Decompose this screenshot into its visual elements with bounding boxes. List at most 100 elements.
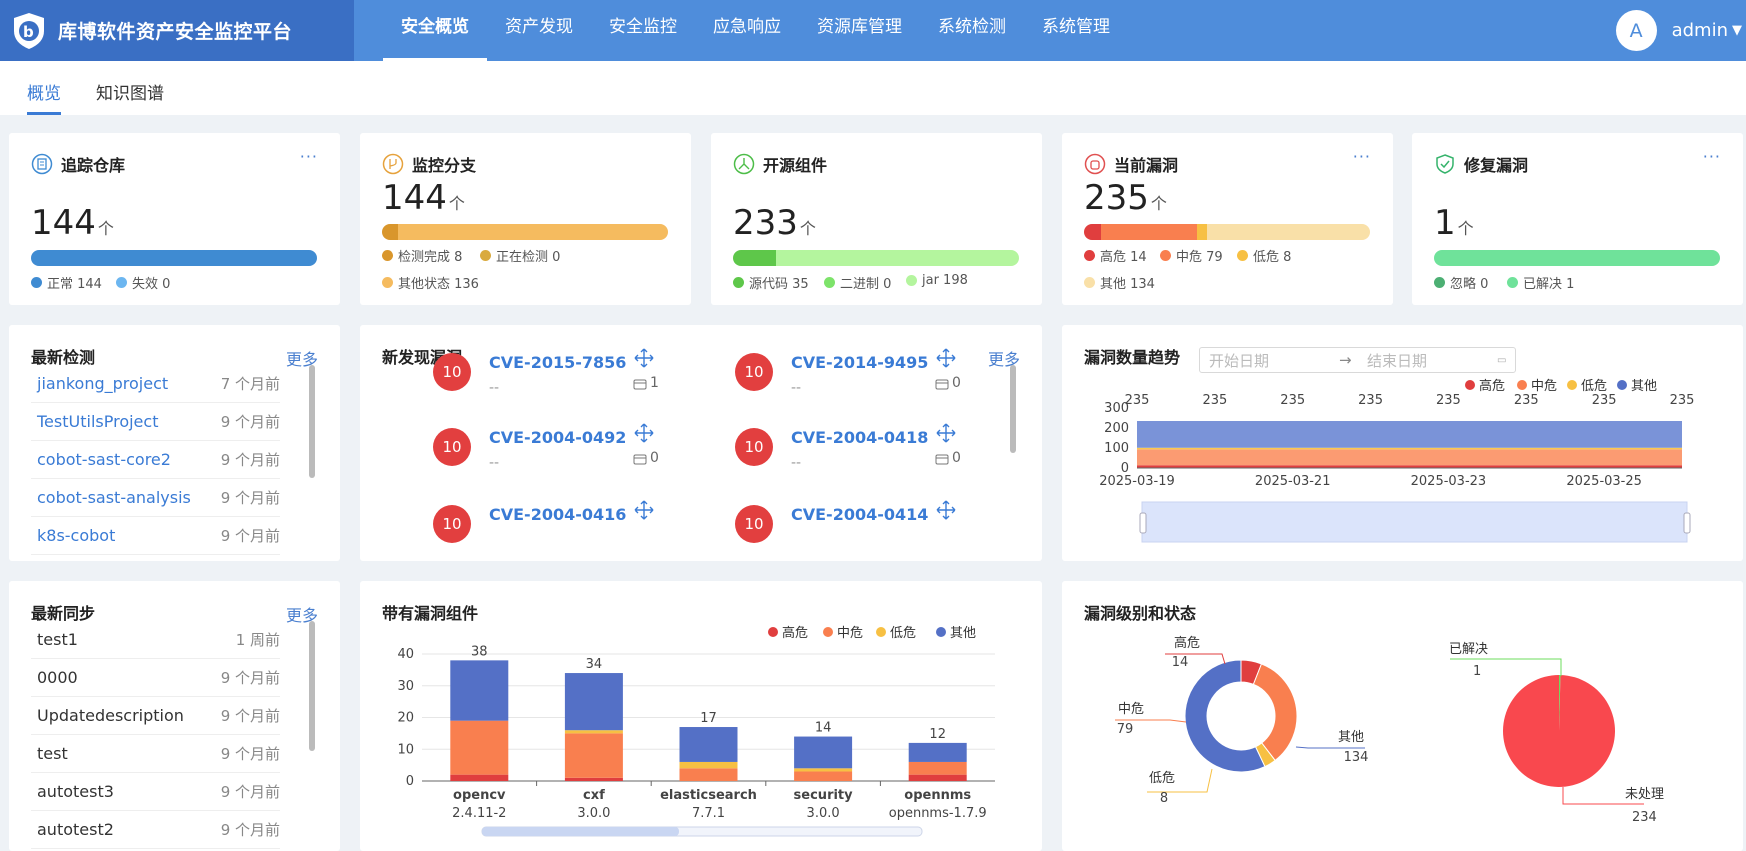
slice-label: 其他: [1338, 730, 1364, 745]
scrollbar[interactable]: [309, 365, 315, 478]
open-source-card: 开源组件 233 个 源代码 35 二进制 0 jar 198: [711, 133, 1042, 305]
more-options-icon[interactable]: ···: [1703, 147, 1721, 166]
slice-value: 79: [1117, 722, 1134, 737]
vuln-item[interactable]: 10 CVE-2004-0414: [735, 499, 956, 543]
more-options-icon[interactable]: ···: [1353, 147, 1371, 166]
graph-node-icon[interactable]: [935, 422, 957, 444]
list-item[interactable]: test1 1 周前: [31, 621, 280, 659]
legend-dot: [1617, 380, 1627, 390]
graph-node-icon[interactable]: [935, 499, 957, 521]
nav-resource-management[interactable]: 资源库管理: [799, 0, 920, 61]
scrollbar[interactable]: [1010, 365, 1016, 453]
nav-system-detection[interactable]: 系统检测: [920, 0, 1024, 61]
slice-value: 8: [1160, 791, 1168, 806]
vuln-item[interactable]: 10 CVE-2015-7856 -- 1: [433, 347, 659, 396]
bar-segment-高危: [450, 774, 509, 781]
legend-dot: [876, 627, 886, 637]
trend-chart: 高危 中危 低危 其他0100200300235 235 235 235 235 235 235 2…: [1099, 378, 1694, 543]
card-title-text: 追踪仓库: [61, 156, 126, 175]
x-tick-label: opennms: [904, 788, 971, 803]
x-tick-sublabel: 3.0.0: [807, 806, 840, 821]
legend-resolved: 已解决 1: [1507, 273, 1574, 292]
list-item[interactable]: test 9 个月前: [31, 735, 280, 773]
avatar[interactable]: A: [1615, 10, 1657, 51]
slice-value: 134: [1344, 750, 1369, 765]
x-tick-sublabel: 7.7.1: [692, 806, 725, 821]
list-item[interactable]: cobot-sast-core2 9 个月前: [31, 441, 280, 479]
bar-segment-其他: [450, 660, 509, 721]
user-menu[interactable]: A admin ▼: [1615, 0, 1746, 61]
nav-asset-discovery[interactable]: 资产发现: [487, 0, 591, 61]
component-bar: [733, 250, 1019, 266]
current-vuln-count: 235 个: [1084, 178, 1167, 218]
graph-node-icon[interactable]: [935, 347, 957, 369]
cve-link[interactable]: CVE-2014-9495: [791, 353, 928, 372]
cve-link[interactable]: CVE-2015-7856: [489, 353, 626, 372]
card-title: 开源组件: [733, 152, 827, 176]
vuln-item[interactable]: 10 CVE-2004-0418 -- 0: [735, 422, 961, 471]
branch-bar: [382, 224, 668, 240]
tab-knowledge-graph[interactable]: 知识图谱: [96, 61, 164, 115]
brand[interactable]: b 库博软件资产安全监控平台: [0, 0, 354, 61]
legend-ignored: 忽略 0: [1434, 273, 1488, 292]
x-tick-label: cxf: [583, 788, 605, 803]
data-label: 17: [700, 711, 717, 726]
list-item[interactable]: autotest2 9 个月前: [31, 811, 280, 849]
nav-security-monitor[interactable]: 安全监控: [591, 0, 695, 61]
package-icon: [935, 379, 949, 389]
cve-link[interactable]: CVE-2004-0414: [791, 505, 928, 524]
nav-system-management[interactable]: 系统管理: [1024, 0, 1128, 61]
cve-link[interactable]: CVE-2004-0418: [791, 428, 928, 447]
card-title-text: 修复漏洞: [1464, 156, 1529, 175]
nav-security-overview[interactable]: 安全概览: [383, 0, 487, 61]
tracking-count: 144 个: [31, 203, 114, 243]
zoom-handle-left: [1139, 512, 1147, 534]
legend-dot: [1567, 380, 1577, 390]
cve-link[interactable]: CVE-2004-0492: [489, 428, 626, 447]
cve-link[interactable]: CVE-2004-0416: [489, 505, 626, 524]
data-label: 235: [1514, 393, 1539, 408]
vuln-item[interactable]: 10 CVE-2014-9495 -- 0: [735, 347, 961, 396]
vuln-item[interactable]: 10 CVE-2004-0492 -- 0: [433, 422, 659, 471]
caret-down-icon[interactable]: ▼: [1732, 23, 1742, 38]
legend-dot: [1465, 380, 1475, 390]
area-series-其他: [1137, 421, 1682, 448]
data-label: 235: [1358, 393, 1383, 408]
legend-dot: [823, 627, 833, 637]
zoom-range: [482, 827, 679, 836]
legend-other-status: 其他状态 136: [382, 273, 479, 292]
data-label: 235: [1125, 393, 1150, 408]
list-item[interactable]: cobot-sast-analysis 9 个月前: [31, 479, 280, 517]
vuln-item[interactable]: 10 CVE-2004-0416: [433, 499, 654, 543]
list-item[interactable]: jiankong_project 7 个月前: [31, 365, 280, 403]
list-item[interactable]: Updatedescription 9 个月前: [31, 697, 280, 735]
zoom-handle-right: [1683, 512, 1691, 534]
card-title: 修复漏洞: [1434, 152, 1528, 176]
more-options-icon[interactable]: ···: [300, 147, 318, 166]
graph-node-icon[interactable]: [633, 347, 655, 369]
x-tick-label: 2025-03-21: [1255, 474, 1331, 489]
list-item[interactable]: 0000 9 个月前: [31, 659, 280, 697]
slice-label: 高危: [1174, 635, 1200, 651]
y-tick-label: 20: [397, 711, 414, 726]
y-tick-label: 0: [406, 774, 414, 789]
legend-mid: 中危 79: [1160, 246, 1223, 265]
list-item[interactable]: autotest3 9 个月前: [31, 773, 280, 811]
scrollbar[interactable]: [309, 621, 315, 751]
tracking-repo-card: 追踪仓库 ··· 144 个 正常 144 失效 0: [9, 133, 340, 305]
x-tick-label: security: [794, 788, 854, 803]
pie-slice-未处理: [1503, 675, 1615, 787]
list-item[interactable]: TestUtilsProject 9 个月前: [31, 403, 280, 441]
sub-nav: 概览 知识图谱: [0, 61, 1746, 115]
list-item[interactable]: k8s-cobot 9 个月前: [31, 517, 280, 555]
graph-node-icon[interactable]: [633, 422, 655, 444]
username[interactable]: admin: [1672, 20, 1728, 41]
zoom-slider: [1141, 501, 1688, 543]
bar-segment-中危: [450, 720, 509, 775]
tracking-bar: [31, 250, 317, 266]
legend-invalid: 失效 0: [116, 273, 170, 292]
nav-emergency-response[interactable]: 应急响应: [695, 0, 799, 61]
legend-high: 高危 14: [1084, 246, 1147, 265]
tab-overview[interactable]: 概览: [27, 61, 61, 115]
graph-node-icon[interactable]: [633, 499, 655, 521]
